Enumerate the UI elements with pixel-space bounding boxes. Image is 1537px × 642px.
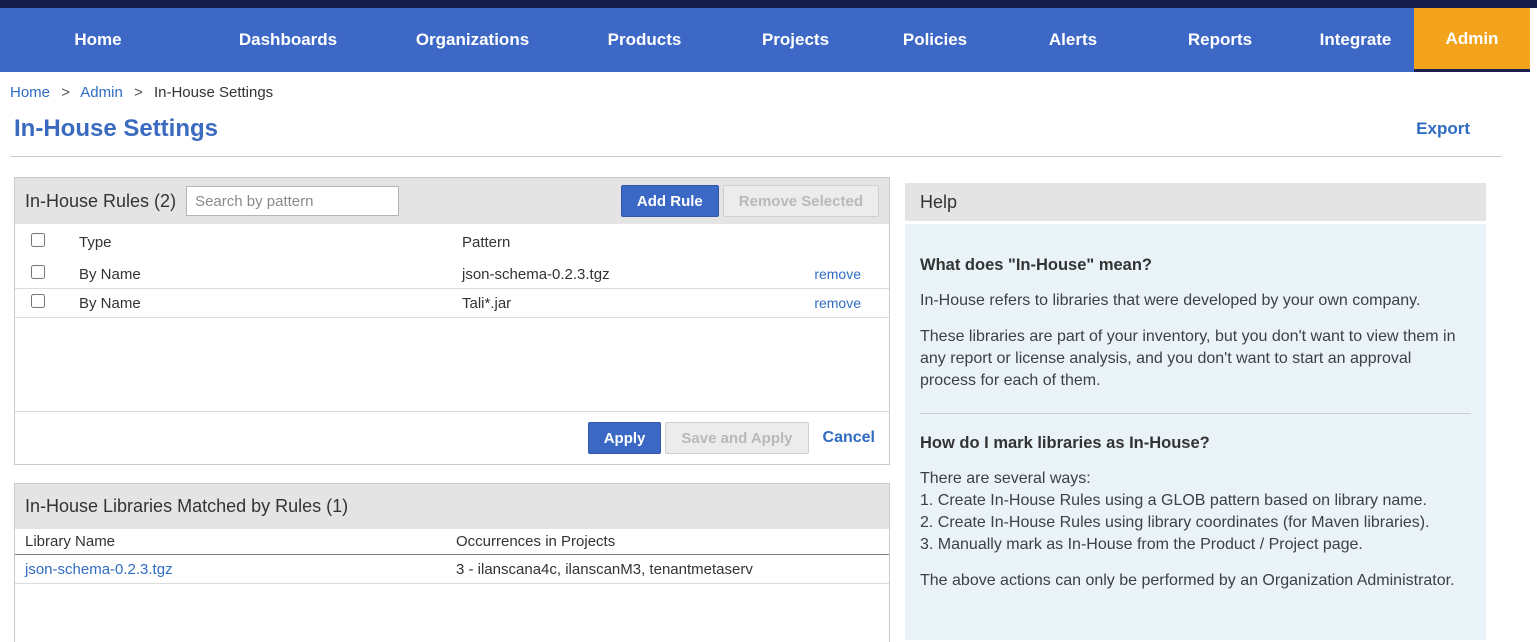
rules-table: Type Pattern By Name json-schema-0.2.3.t… xyxy=(15,224,889,318)
rule-pattern: json-schema-0.2.3.tgz xyxy=(462,266,797,283)
rule-checkbox[interactable] xyxy=(31,294,45,308)
rule-type: By Name xyxy=(79,295,462,312)
export-link[interactable]: Export xyxy=(1416,119,1470,139)
cancel-link[interactable]: Cancel xyxy=(823,429,875,447)
libraries-panel-header: In-House Libraries Matched by Rules (1) xyxy=(15,484,889,529)
nav-item-projects[interactable]: Projects xyxy=(724,8,867,72)
rules-panel-header: In-House Rules (2) Add Rule Remove Selec… xyxy=(15,178,889,224)
rule-row: By Name Tali*.jar remove xyxy=(15,289,889,318)
libraries-table-header-row: Library Name Occurrences in Projects xyxy=(15,529,889,555)
search-by-pattern-input[interactable] xyxy=(186,186,399,216)
main-navigation: Home Dashboards Organizations Products P… xyxy=(0,8,1530,72)
page-title: In-House Settings xyxy=(14,115,218,143)
help-panel: Help What does "In-House" mean? In-House… xyxy=(905,183,1486,640)
rule-checkbox[interactable] xyxy=(31,265,45,279)
nav-item-integrate[interactable]: Integrate xyxy=(1297,8,1414,72)
nav-item-home[interactable]: Home xyxy=(0,8,196,72)
nav-item-policies[interactable]: Policies xyxy=(867,8,1003,72)
in-house-rules-panel: In-House Rules (2) Add Rule Remove Selec… xyxy=(14,177,890,465)
nav-item-products[interactable]: Products xyxy=(565,8,724,72)
help-panel-body: What does "In-House" mean? In-House refe… xyxy=(905,224,1486,640)
breadcrumb-admin-link[interactable]: Admin xyxy=(80,84,123,101)
type-column-header: Type xyxy=(79,234,462,251)
select-all-checkbox[interactable] xyxy=(31,233,45,247)
nav-item-admin[interactable]: Admin xyxy=(1414,8,1530,72)
help-paragraph: The above actions can only be performed … xyxy=(920,570,1471,592)
rules-footer: Apply Save and Apply Cancel xyxy=(15,411,889,464)
help-panel-header: Help xyxy=(905,183,1486,221)
rules-table-header-row: Type Pattern xyxy=(15,224,889,260)
help-section-heading: How do I mark libraries as In-House? xyxy=(920,432,1471,454)
apply-button[interactable]: Apply xyxy=(588,422,662,454)
library-name-column-header: Library Name xyxy=(25,533,456,550)
rule-pattern: Tali*.jar xyxy=(462,295,797,312)
help-paragraph: These libraries are part of your invento… xyxy=(920,326,1471,392)
breadcrumb-separator: > xyxy=(61,84,70,101)
library-row: json-schema-0.2.3.tgz 3 - ilanscana4c, i… xyxy=(15,555,889,584)
rules-panel-title: In-House Rules (2) xyxy=(25,191,176,212)
page-header: In-House Settings Export xyxy=(14,115,1470,143)
libraries-panel-title: In-House Libraries Matched by Rules (1) xyxy=(25,496,348,517)
breadcrumb-separator: > xyxy=(134,84,143,101)
library-name-link[interactable]: json-schema-0.2.3.tgz xyxy=(25,561,456,578)
breadcrumb: Home > Admin > In-House Settings xyxy=(0,72,1537,101)
help-section-divider xyxy=(920,413,1471,414)
nav-item-dashboards[interactable]: Dashboards xyxy=(196,8,380,72)
help-section-heading: What does "In-House" mean? xyxy=(920,254,1471,276)
remove-selected-button[interactable]: Remove Selected xyxy=(723,185,879,217)
right-column: Help What does "In-House" mean? In-House… xyxy=(905,183,1486,640)
occurrences-column-header: Occurrences in Projects xyxy=(456,533,889,550)
remove-rule-link[interactable]: remove xyxy=(797,266,889,282)
nav-item-alerts[interactable]: Alerts xyxy=(1003,8,1143,72)
rules-empty-space xyxy=(15,318,889,411)
add-rule-button[interactable]: Add Rule xyxy=(621,185,719,217)
help-paragraph: There are several ways: 1. Create In-Hou… xyxy=(920,468,1471,556)
breadcrumb-current-page: In-House Settings xyxy=(154,84,273,101)
header-divider xyxy=(10,156,1502,157)
remove-rule-link[interactable]: remove xyxy=(797,295,889,311)
nav-item-organizations[interactable]: Organizations xyxy=(380,8,565,72)
top-dark-strip xyxy=(0,0,1537,8)
left-column: In-House Rules (2) Add Rule Remove Selec… xyxy=(14,177,890,642)
breadcrumb-home-link[interactable]: Home xyxy=(10,84,50,101)
pattern-column-header: Pattern xyxy=(462,234,797,251)
library-occurrences: 3 - ilanscana4c, ilanscanM3, tenantmetas… xyxy=(456,561,889,578)
nav-item-reports[interactable]: Reports xyxy=(1143,8,1297,72)
in-house-libraries-panel: In-House Libraries Matched by Rules (1) … xyxy=(14,483,890,642)
save-and-apply-button[interactable]: Save and Apply xyxy=(665,422,808,454)
content-columns: In-House Rules (2) Add Rule Remove Selec… xyxy=(14,177,1537,642)
help-paragraph: In-House refers to libraries that were d… xyxy=(920,290,1471,312)
rule-row: By Name json-schema-0.2.3.tgz remove xyxy=(15,260,889,289)
libraries-table: Library Name Occurrences in Projects jso… xyxy=(15,529,889,584)
help-panel-title: Help xyxy=(920,192,957,213)
rule-type: By Name xyxy=(79,266,462,283)
